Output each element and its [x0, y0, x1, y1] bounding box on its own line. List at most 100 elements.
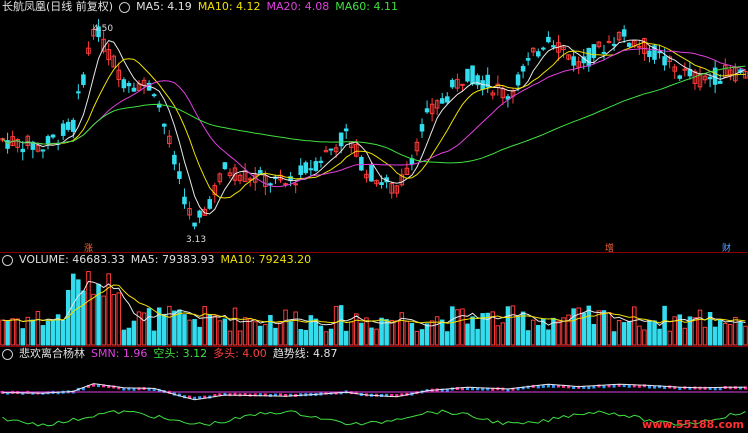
candle-body [172, 154, 177, 165]
volume-bar [202, 306, 207, 346]
volume-bar [197, 326, 202, 346]
volume-bar [399, 312, 405, 346]
candle-body [151, 94, 157, 97]
kline-chart[interactable] [0, 0, 748, 433]
candle-body [677, 75, 683, 79]
volume-bar [101, 295, 106, 346]
candle-body [65, 121, 71, 130]
volume-bar [596, 310, 602, 346]
volume-bar [606, 312, 612, 346]
candle-body [338, 132, 344, 147]
volume-bar [268, 315, 273, 346]
volume-bar [10, 318, 15, 346]
volume-bar [343, 330, 349, 346]
volume-bar [525, 330, 531, 346]
volume-bar [530, 319, 536, 346]
indicator-mark [546, 384, 550, 388]
volume-bar [60, 319, 66, 346]
volume-bar [611, 331, 617, 346]
volume-bar [177, 309, 182, 346]
volume-bar [303, 329, 309, 346]
candle-body [81, 74, 86, 85]
volume-bar [91, 293, 96, 346]
volume-bar [237, 330, 243, 346]
volume-bar [616, 320, 622, 346]
candle-body [45, 136, 51, 145]
volume-bar [394, 320, 400, 346]
volume-bar [697, 309, 703, 346]
candle-body [343, 128, 349, 132]
indicator-mark [551, 384, 555, 388]
volume-bar [333, 306, 339, 346]
candle-body [520, 65, 526, 72]
volume-bar [50, 319, 56, 346]
candle-body [460, 83, 465, 86]
volume-bar [717, 318, 723, 346]
candle-body [318, 160, 324, 163]
volume-bar [738, 321, 743, 346]
volume-bar [126, 327, 132, 346]
candle-body [546, 36, 551, 43]
candle-body [40, 149, 46, 152]
candle-body [450, 79, 455, 88]
volume-bar [86, 271, 91, 346]
volume-bar [419, 329, 425, 346]
volume-bar [601, 310, 607, 346]
volume-bar [728, 323, 733, 346]
candle-body [308, 168, 314, 171]
volume-bar [404, 320, 410, 346]
volume-bar [182, 314, 187, 346]
volume-bar [389, 319, 394, 346]
candle-body [207, 199, 213, 209]
volume-bar [429, 320, 435, 346]
candle-body [71, 119, 76, 132]
candle-body [131, 87, 137, 92]
volume-bar [217, 320, 223, 346]
volume-bar [81, 290, 86, 346]
candle-body [525, 58, 531, 61]
volume-bar [450, 306, 455, 346]
volume-bar [348, 321, 354, 346]
event-marker-zhang[interactable]: 涨 [84, 241, 93, 254]
volume-bar [662, 305, 667, 346]
event-marker-cai[interactable]: 财 [722, 241, 731, 254]
volume-bar [414, 330, 420, 346]
volume-bar [0, 319, 5, 346]
candle-body [445, 96, 450, 103]
volume-bar [374, 328, 379, 346]
volume-bar [338, 305, 344, 346]
candle-body [126, 83, 132, 87]
volume-bar [288, 321, 293, 346]
volume-bar [111, 294, 116, 346]
volume-bar [722, 322, 728, 346]
indicator-green-line [2, 409, 746, 427]
volume-bar [500, 322, 506, 346]
candle-body [379, 182, 384, 185]
candle-body [161, 123, 167, 127]
candle-body [662, 56, 667, 66]
volume-bar [743, 325, 748, 346]
high-price-label: 4.50 [93, 24, 114, 34]
volume-bar [586, 305, 592, 346]
candle-body [328, 148, 334, 151]
volume-bar [212, 315, 218, 346]
candle-body [717, 80, 723, 84]
volume-bar [318, 325, 324, 346]
event-marker-zeng[interactable]: 增 [605, 241, 614, 254]
volume-bar [369, 327, 374, 346]
candle-body [50, 134, 56, 138]
volume-bar [30, 319, 36, 346]
candle-body [268, 183, 273, 186]
candle-body [419, 124, 425, 132]
volume-bar [424, 323, 430, 346]
vol-ma-line-10 [2, 284, 746, 324]
volume-bar [702, 326, 708, 346]
candle-body [601, 51, 607, 54]
volume-bar [510, 305, 516, 346]
candle-body [182, 196, 187, 205]
candle-body [470, 65, 475, 85]
volume-bar [161, 313, 167, 346]
low-price-label: 3.13 [186, 235, 207, 245]
volume-bar [495, 325, 501, 346]
volume-bar [167, 305, 172, 346]
